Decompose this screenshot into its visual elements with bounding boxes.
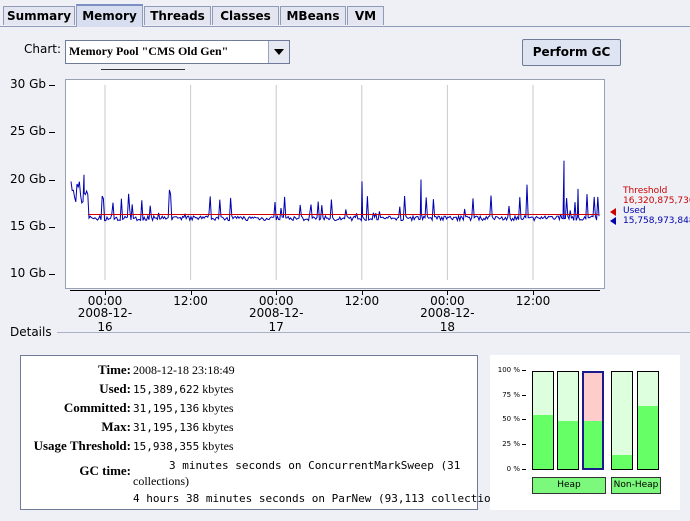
x-tick-time: 12:00	[173, 294, 208, 308]
memory-pool-fill	[584, 421, 602, 468]
memory-pool-bar[interactable]	[611, 371, 633, 470]
memory-pools-panel: 100 % 75 % 50 % 25 % 0 % Heap Non-Heap	[490, 355, 680, 510]
memory-pool-fill	[612, 455, 632, 469]
details-panel: Time: 2008-12-18 23:18:49 Used: 15,389,6…	[20, 355, 511, 510]
y-tick-label: 25 Gb	[10, 124, 46, 139]
x-tick-date: 2008-12-18	[420, 306, 475, 334]
time-label: Time:	[98, 362, 131, 377]
chart-select-value: Memory Pool "CMS Old Gen"	[69, 44, 229, 58]
memory-pool-bar[interactable]	[532, 371, 554, 470]
y-tick	[49, 274, 55, 275]
usage-threshold-label: Usage Threshold:	[33, 438, 131, 453]
used-value: 15,758,973,848	[623, 216, 690, 226]
memory-pool-fill	[533, 414, 553, 469]
pct-tick	[522, 395, 526, 396]
threshold-value: 16,320,875,736	[623, 196, 690, 206]
pct-label: 25 %	[502, 440, 520, 448]
gc-time-line2-text: 4 hours 38 minutes seconds on ParNew (93…	[133, 492, 511, 505]
details-divider	[57, 332, 690, 333]
tab-memory[interactable]: Memory	[76, 4, 143, 27]
committed-number: 31,195,136	[133, 402, 200, 415]
y-tick	[49, 179, 55, 181]
pct-label: 75 %	[502, 391, 520, 399]
tab-vm[interactable]: VM	[347, 6, 384, 25]
details-title: Details	[10, 325, 52, 339]
y-tick	[49, 85, 55, 86]
gc-time-line2: 4 hours 38 minutes seconds on ParNew (93…	[133, 491, 511, 506]
memory-pool-bar[interactable]	[637, 371, 659, 470]
x-tick-date: 2008-12-17	[248, 306, 304, 334]
pct-tick	[522, 469, 526, 470]
y-tick-label: 30 Gb	[10, 77, 46, 91]
time-value: 2008-12-18 23:18:49	[133, 363, 235, 377]
nonheap-button[interactable]: Non-Heap	[611, 477, 661, 494]
chart-label: Chart:	[24, 42, 62, 56]
tab-bar: Summary Memory Threads Classes MBeans VM	[0, 0, 690, 27]
pct-label: 100 %	[497, 366, 520, 374]
committed-unit: kbytes	[202, 401, 234, 415]
tab-summary[interactable]: Summary	[3, 6, 75, 25]
pct-label: 0 %	[506, 465, 520, 473]
y-tick-label: 20 Gb	[10, 171, 46, 186]
used-number: 15,389,622	[133, 383, 200, 396]
pct-label: 50 %	[502, 415, 520, 423]
tab-mbeans[interactable]: MBeans	[280, 6, 346, 25]
usage-threshold-value: 15,938,355 kbytes	[133, 439, 234, 454]
x-tick-time: 12:00	[344, 294, 380, 308]
tab-threads[interactable]: Threads	[144, 6, 211, 25]
x-tick-date: 2008-12-16	[77, 306, 133, 334]
gc-time-label: GC time:	[79, 463, 131, 478]
used-field-value: 15,389,622 kbytes	[133, 382, 234, 397]
gc-time-line1: 3 minutes seconds on ConcurrentMarkSweep…	[169, 458, 460, 473]
max-label: Max:	[101, 419, 131, 434]
used-series-line	[70, 160, 600, 223]
threshold-marker-icon	[610, 208, 616, 216]
chart-select[interactable]: Memory Pool "CMS Old Gen"	[65, 40, 290, 64]
pct-tick	[522, 419, 526, 420]
tab-classes[interactable]: Classes	[212, 6, 279, 25]
y-tick-label: 15 Gb	[10, 218, 46, 233]
pct-tick	[522, 370, 526, 371]
usage-threshold-unit: kbytes	[202, 439, 234, 453]
gc-time-line1b: collections)	[133, 474, 189, 488]
memory-pool-fill	[638, 405, 658, 469]
memory-pool-fill	[558, 420, 578, 469]
heap-button[interactable]: Heap	[532, 477, 606, 494]
max-unit: kbytes	[202, 420, 234, 434]
used-marker-icon	[610, 217, 616, 225]
memory-pool-bar[interactable]	[557, 371, 579, 470]
threshold-label: Threshold	[623, 186, 668, 196]
divider	[101, 69, 185, 70]
used-field-label: Used:	[99, 381, 131, 396]
committed-label: Committed:	[63, 400, 131, 415]
x-tick-time: 12:00	[515, 294, 551, 308]
gc-time-line1-text: 3 minutes seconds on ConcurrentMarkSweep…	[169, 459, 461, 472]
chevron-down-icon[interactable]	[268, 41, 289, 63]
used-label: Used	[623, 206, 646, 216]
usage-threshold-number: 15,938,355	[133, 440, 200, 453]
y-tick	[49, 132, 55, 134]
max-number: 31,195,136	[133, 421, 200, 434]
perform-gc-button[interactable]: Perform GC	[522, 39, 621, 66]
used-unit: kbytes	[202, 382, 234, 396]
memory-pool-bar[interactable]	[582, 371, 604, 470]
memory-chart	[65, 79, 605, 289]
x-axis-line	[70, 290, 600, 291]
y-tick	[49, 226, 55, 228]
pct-tick	[522, 444, 526, 445]
y-tick-label: 10 Gb	[10, 266, 46, 280]
max-value: 31,195,136 kbytes	[133, 420, 234, 435]
committed-value: 31,195,136 kbytes	[133, 401, 234, 416]
